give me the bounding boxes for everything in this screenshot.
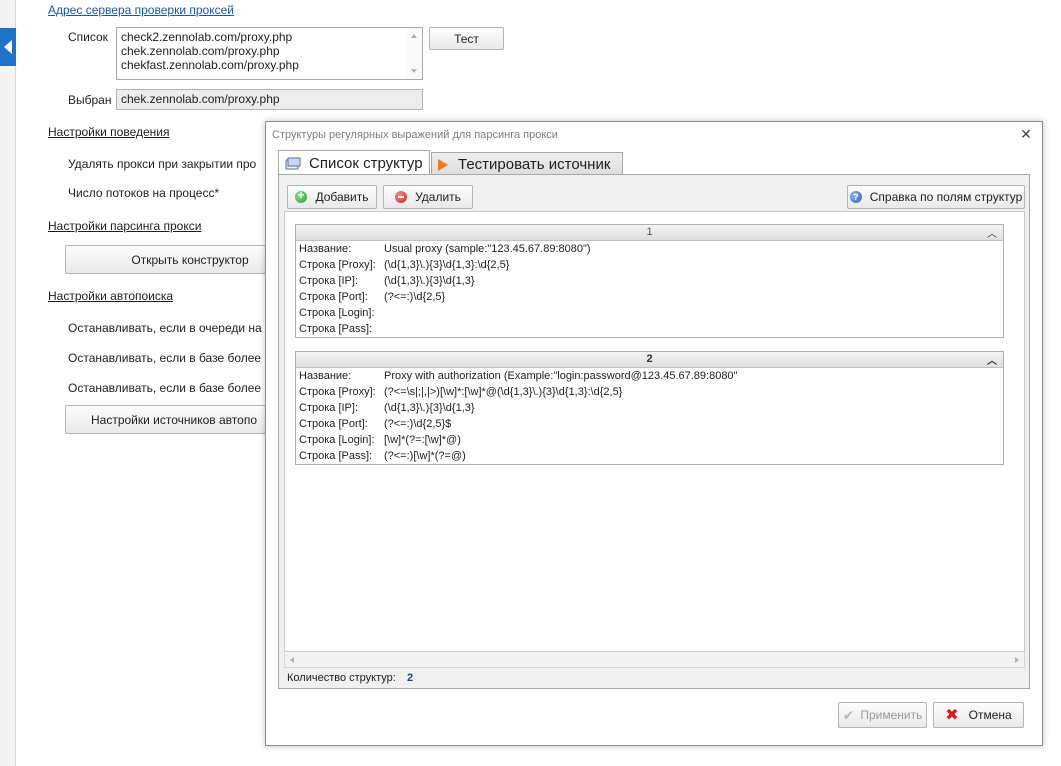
structure-row: Название: Proxy with authorization (Examp… <box>299 370 738 382</box>
structure-row: Строка [Port]: (?<=:)\d{2,5}$ <box>299 418 452 430</box>
stop-if-db-label-2: Останавливать, если в базе более <box>68 381 262 395</box>
tab-structure-list[interactable]: Список структур <box>278 150 430 176</box>
chevron-up-icon[interactable]: ︿ <box>987 354 997 369</box>
help-button[interactable]: ? Справка по полям структур <box>847 185 1025 209</box>
structure-row: Название: Usual proxy (sample:"123.45.67.… <box>299 243 591 255</box>
delete-button[interactable]: Удалить <box>383 185 473 209</box>
selected-server-field: chek.zennolab.com/proxy.php <box>116 89 423 110</box>
structure-count-value: 2 <box>407 672 414 684</box>
autosearch-section-link[interactable]: Настройки автопоиска <box>48 289 173 303</box>
structure-list-icon <box>285 157 301 170</box>
behavior-section-link[interactable]: Настройки поведения <box>48 125 170 139</box>
selected-label: Выбран <box>68 93 112 107</box>
structure-card[interactable]: 1 ︿ Название: Usual proxy (sample:"123.45… <box>295 224 1004 338</box>
proxy-check-section-link[interactable]: Адрес сервера проверки проксей <box>48 3 234 17</box>
add-icon <box>295 188 308 203</box>
tab-label: Список структур <box>309 155 423 172</box>
structure-row: Строка [Login]: [\w]*(?=:[\w]*@) <box>299 434 461 446</box>
structure-row: Строка [Pass]: (?<=:)[\w]*(?=@) <box>299 450 466 462</box>
structure-card-header[interactable]: 1 ︿ <box>296 225 1003 241</box>
horizontal-scrollbar[interactable] <box>284 653 1025 668</box>
close-icon: ✖ <box>945 707 959 724</box>
test-button[interactable]: Тест <box>429 27 504 50</box>
list-item: chekfast.zennolab.com/proxy.php <box>121 58 299 72</box>
cancel-button[interactable]: ✖ Отмена <box>933 702 1024 728</box>
structure-card-header[interactable]: 2 ︿ <box>296 352 1003 368</box>
structure-row: Строка [IP]: (\d{1,3}\.){3}\d{1,3} <box>299 275 475 287</box>
structure-list[interactable]: 1 ︿ Название: Usual proxy (sample:"123.45… <box>284 211 1025 652</box>
list-scrollbar[interactable] <box>407 28 422 79</box>
list-item: chek.zennolab.com/proxy.php <box>121 44 280 58</box>
structure-row: Строка [Port]: (?<=:)\d{2,5} <box>299 291 446 303</box>
delete-on-close-label: Удалять прокси при закрытии про <box>68 157 257 171</box>
apply-button[interactable]: ✔ Применить <box>838 702 927 728</box>
structure-count-label: Количество структур: <box>287 672 396 684</box>
list-item: check2.zennolab.com/proxy.php <box>121 30 293 44</box>
threads-per-process-label: Число потоков на процесс* <box>68 186 220 200</box>
delete-icon <box>395 191 408 203</box>
structure-row: Строка [Pass]: <box>299 323 373 335</box>
list-label: Список <box>68 30 108 44</box>
parsing-section-link[interactable]: Настройки парсинга прокси <box>48 219 201 233</box>
structure-row: Строка [Proxy]: (?<=\s|;|,|>)[\w]*:[\w]*@… <box>299 386 623 398</box>
stop-if-db-label: Останавливать, если в базе более <box>68 351 262 365</box>
structure-list-panel: Добавить Удалить ? Справка по полям стру… <box>278 174 1030 689</box>
structure-card[interactable]: 2 ︿ Название: Proxy with authorization (E… <box>295 351 1004 465</box>
regex-structures-dialog: Структуры регулярных выражений для парси… <box>265 121 1043 746</box>
left-strip <box>0 0 16 766</box>
tab-label: Тестировать источник <box>458 156 611 173</box>
add-button[interactable]: Добавить <box>287 185 377 209</box>
chevron-up-icon[interactable]: ︿ <box>987 227 997 242</box>
dialog-title: Структуры регулярных выражений для парси… <box>272 129 558 141</box>
collapse-panel-button[interactable] <box>0 28 16 66</box>
check-server-list[interactable]: check2.zennolab.com/proxy.php chek.zenno… <box>116 27 423 80</box>
play-icon <box>438 158 448 171</box>
close-icon[interactable]: ✕ <box>1020 127 1032 141</box>
structure-row: Строка [IP]: (\d{1,3}\.){3}\d{1,3} <box>299 402 475 414</box>
tab-test-source[interactable]: Тестировать источник <box>431 152 623 176</box>
structure-row: Строка [Proxy]: (\d{1,3}\.){3}\d{1,3}:\d{… <box>299 259 510 271</box>
structure-row: Строка [Login]: <box>299 307 375 319</box>
checkmark-icon: ✔ <box>842 706 855 723</box>
stop-if-queue-label: Останавливать, если в очереди на <box>68 321 262 335</box>
help-icon: ? <box>849 191 862 203</box>
